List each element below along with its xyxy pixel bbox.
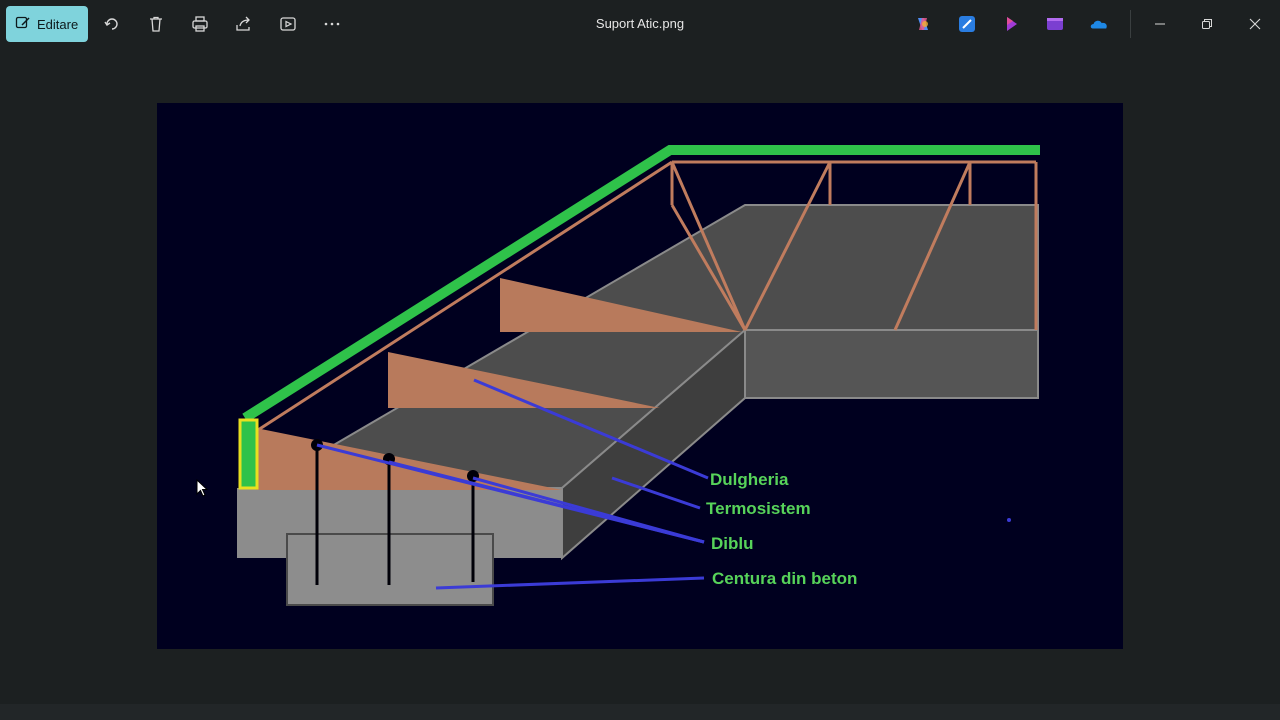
print-button[interactable] <box>188 12 212 36</box>
mouse-cursor-icon <box>196 479 208 497</box>
slideshow-icon <box>280 17 296 31</box>
label-termosistem: Termosistem <box>706 499 811 518</box>
edit-icon <box>15 15 31 34</box>
minimize-button[interactable] <box>1148 12 1172 36</box>
label-dulgheria: Dulgheria <box>710 470 789 489</box>
clipchamp-icon <box>1047 18 1063 30</box>
edit-button-label: Editare <box>37 16 79 32</box>
edit-button[interactable]: Editare <box>6 6 88 42</box>
clipchamp-purple-icon <box>1007 17 1017 31</box>
more-icon <box>324 22 340 26</box>
designer-button[interactable] <box>958 15 976 33</box>
toolbar-separator <box>1130 10 1131 38</box>
close-icon <box>1249 18 1261 30</box>
restore-button[interactable] <box>1195 12 1219 36</box>
onedrive-button[interactable] <box>1090 15 1108 33</box>
stray-dot <box>1007 518 1011 522</box>
more-button[interactable] <box>320 12 344 36</box>
designer-icon <box>959 16 975 32</box>
right-beam <box>744 329 1039 399</box>
image-viewport[interactable]: Dulgheria Termosistem Diblu Centura din … <box>157 103 1123 649</box>
clipchamp-button[interactable] <box>1046 15 1064 33</box>
share-button[interactable] <box>232 12 256 36</box>
rotate-button[interactable] <box>100 12 124 36</box>
close-button[interactable] <box>1243 12 1267 36</box>
delete-icon <box>150 16 162 32</box>
title-bar: Editare Suport Atic.png <box>0 0 1280 48</box>
attic-support-diagram: Dulgheria Termosistem Diblu Centura din … <box>157 103 1123 649</box>
window-title: Suport Atic.png <box>595 16 685 31</box>
delete-button[interactable] <box>144 12 168 36</box>
clipchamp-purple-button[interactable] <box>1003 15 1021 33</box>
label-diblu: Diblu <box>711 534 754 553</box>
share-icon <box>236 16 250 31</box>
copilot-icon <box>918 18 928 30</box>
bottom-strip <box>0 704 1280 720</box>
slideshow-button[interactable] <box>276 12 300 36</box>
print-icon <box>192 16 208 32</box>
rotate-icon <box>104 18 118 30</box>
minimize-icon <box>1155 23 1165 25</box>
label-centura: Centura din beton <box>712 569 857 588</box>
restore-icon <box>1202 19 1212 29</box>
parapet-cap <box>238 418 259 490</box>
copilot-button[interactable] <box>914 15 932 33</box>
onedrive-icon <box>1090 20 1107 29</box>
